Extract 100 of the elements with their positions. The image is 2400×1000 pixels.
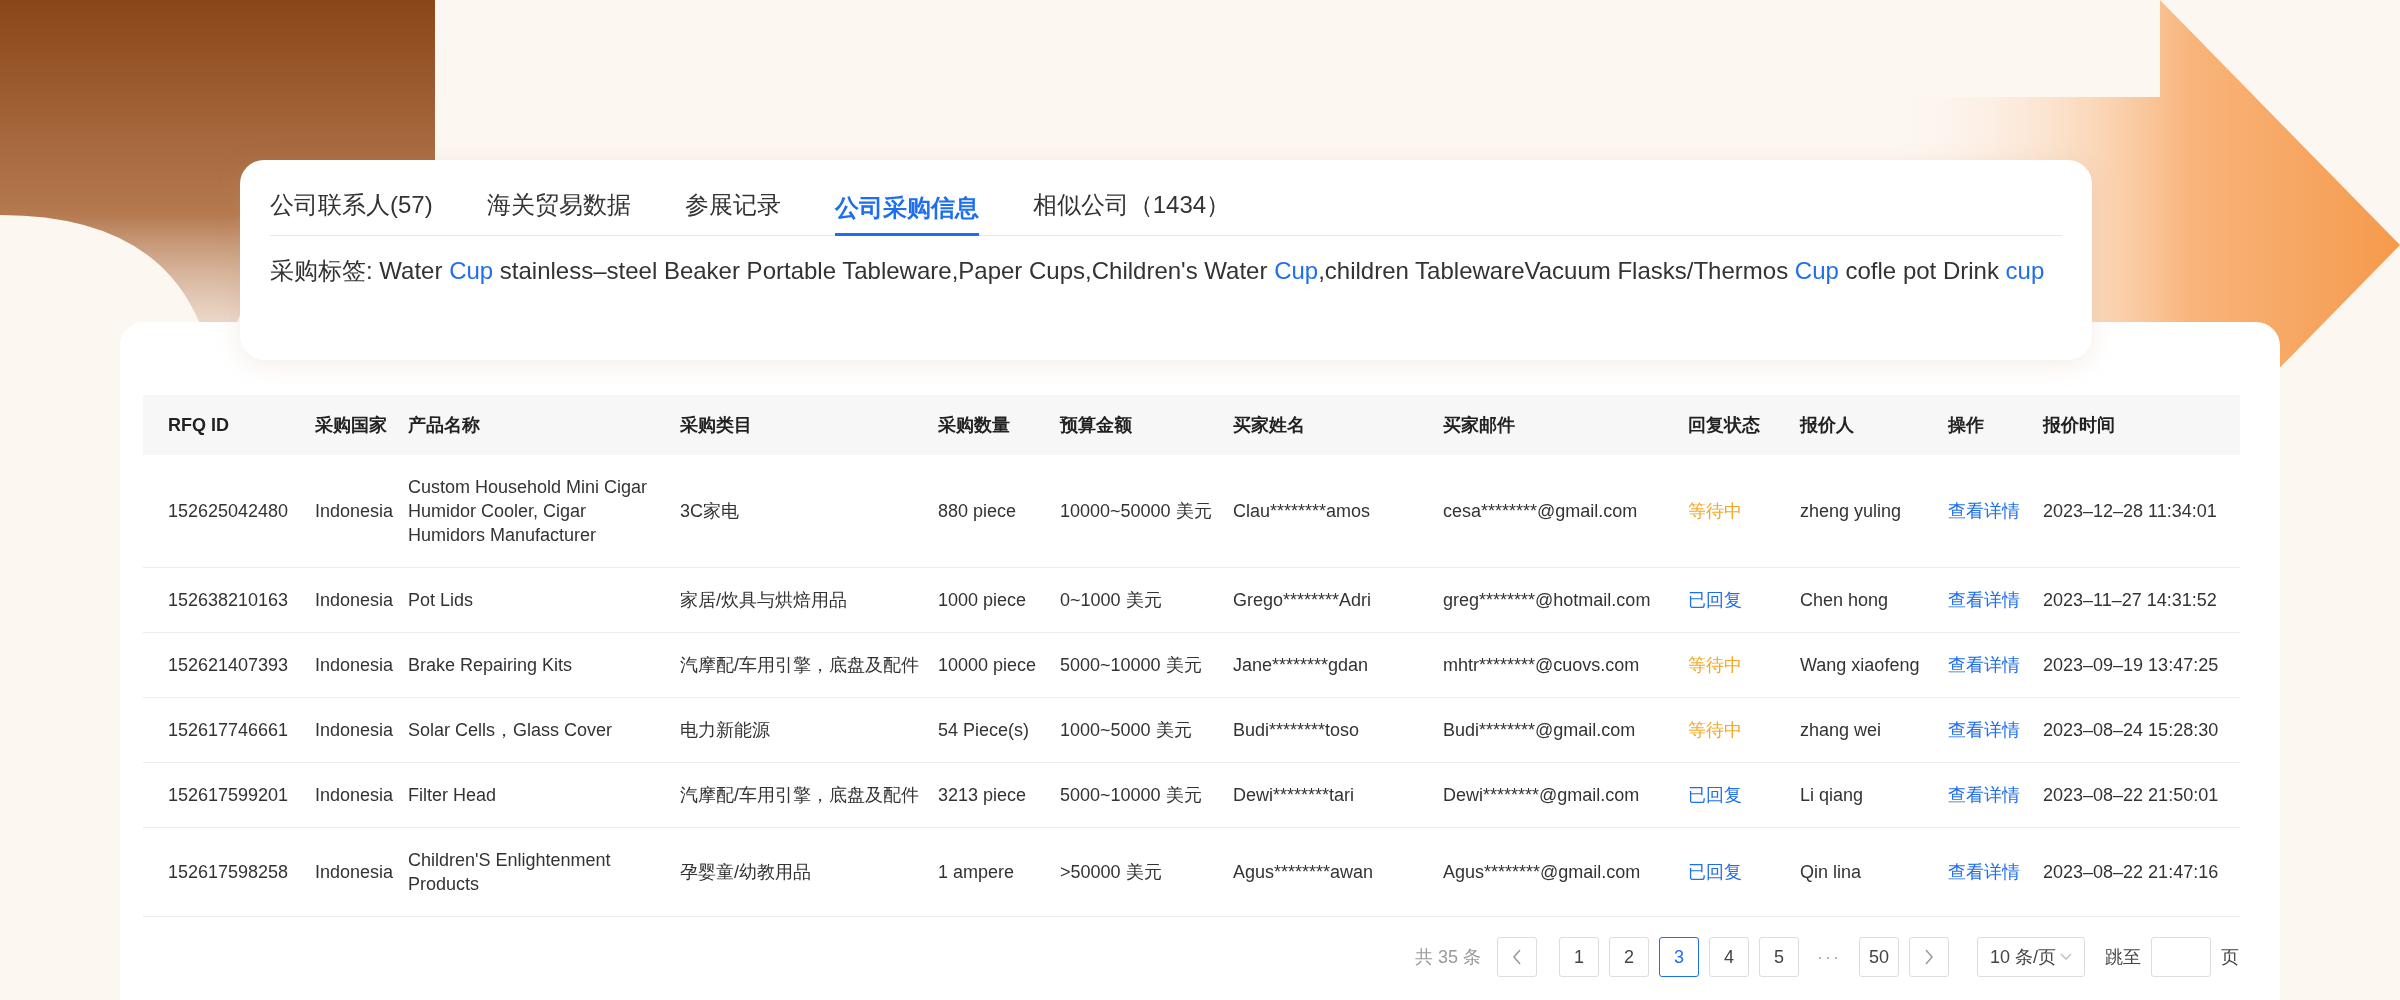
- table-cell: 1000 piece: [938, 590, 1027, 610]
- tab[interactable]: 公司联系人(57): [270, 190, 433, 236]
- column-header: 预算金额: [1060, 395, 1233, 455]
- table-cell: Indonesia: [315, 501, 394, 521]
- table-cell: 152617599201: [168, 785, 289, 805]
- table-cell: Indonesia: [315, 655, 394, 675]
- page-button[interactable]: 4: [1709, 937, 1749, 977]
- table-cell: Qin lina: [1800, 862, 1862, 882]
- column-header: 产品名称: [408, 395, 680, 455]
- table-cell: 152621407393: [168, 655, 289, 675]
- table-cell: 2023–08–22 21:47:16: [2043, 862, 2219, 882]
- table-cell: 54 Piece(s): [938, 720, 1030, 740]
- tab[interactable]: 相似公司（1434）: [1032, 190, 1231, 236]
- table-cell: 152617598258: [168, 862, 289, 882]
- table-cell: 0~1000 美元: [1060, 590, 1162, 610]
- table-cell: 2023–11–27 14:31:52: [2043, 590, 2217, 610]
- column-header: 操作: [1948, 395, 2043, 455]
- column-header: 买家姓名: [1233, 395, 1443, 455]
- table-cell: 5000~10000 美元: [1060, 655, 1202, 675]
- status-text: 等待中: [1688, 720, 1742, 740]
- table-cell: Brake Repairing Kits: [408, 655, 573, 675]
- view-details-link[interactable]: 查看详情: [1948, 501, 2020, 521]
- status-text: 已回复: [1688, 785, 1742, 805]
- next-page-button[interactable]: [1909, 937, 1949, 977]
- ellipsis-text: ···: [1816, 945, 1842, 969]
- table-cell: Filter Head: [408, 785, 497, 805]
- table-cell: cesa********@gmail.com: [1443, 501, 1638, 521]
- table-cell: 2023–12–28 11:34:01: [2043, 501, 2217, 521]
- previous-page-icon: [1512, 949, 1522, 965]
- status-text: 等待中: [1688, 655, 1742, 675]
- previous-page-button[interactable]: [1497, 937, 1537, 977]
- table-cell: 1 ampere: [938, 862, 1015, 882]
- table-cell: 880 piece: [938, 501, 1017, 521]
- table-cell: 5000~10000 美元: [1060, 785, 1202, 805]
- table-cell: Budi********toso: [1233, 720, 1360, 740]
- jump-label: 跳至: [2105, 945, 2141, 969]
- table-cell: 汽摩配/车用引擎，底盘及配件: [680, 655, 919, 675]
- table-cell: Chen hong: [1800, 590, 1889, 610]
- page-suffix-label: 页: [2221, 945, 2239, 969]
- status-text: 已回复: [1688, 590, 1742, 610]
- page-button[interactable]: 1: [1559, 937, 1599, 977]
- view-details-link[interactable]: 查看详情: [1948, 655, 2020, 675]
- table-cell: 152617746661: [168, 720, 289, 740]
- table-cell: 10000~50000 美元: [1060, 501, 1212, 521]
- view-details-link[interactable]: 查看详情: [1948, 785, 2020, 805]
- view-details-link[interactable]: 查看详情: [1948, 720, 2020, 740]
- table-cell: 3C家电: [680, 501, 739, 521]
- tab[interactable]: 参展记录: [684, 190, 781, 236]
- table-cell: 2023–08–22 21:50:01: [2043, 785, 2219, 805]
- table-cell: Agus********awan: [1233, 862, 1374, 882]
- column-header: 采购国家: [315, 395, 408, 455]
- table-cell: zhang wei: [1800, 720, 1882, 740]
- table-cell: 2023–09–19 13:47:25: [2043, 655, 2219, 675]
- table-cell: Indonesia: [315, 785, 394, 805]
- table-cell: 电力新能源: [680, 720, 770, 740]
- table-cell: Custom Household Mini Cigar Humidor Cooler, Cigar Humidors Manufacturer: [408, 477, 648, 545]
- page-button[interactable]: 3: [1659, 937, 1699, 977]
- column-header: 采购数量: [938, 395, 1060, 455]
- tab[interactable]: 公司采购信息: [834, 193, 979, 236]
- tab[interactable]: 海关贸易数据: [486, 190, 631, 236]
- table-cell: 152625042480: [168, 501, 289, 521]
- table-cell: 家居/炊具与烘焙用品: [680, 590, 847, 610]
- table-cell: 汽摩配/车用引擎，底盘及配件: [680, 785, 919, 805]
- table-cell: 2023–08–24 15:28:30: [2043, 720, 2219, 740]
- view-details-link[interactable]: 查看详情: [1948, 862, 2020, 882]
- table-cell: mhtr********@cuovs.com: [1443, 655, 1640, 675]
- table-cell: Indonesia: [315, 590, 394, 610]
- column-header: 回复状态: [1688, 395, 1800, 455]
- table-cell: Grego********Adri: [1233, 590, 1372, 610]
- column-header: 报价时间: [2043, 395, 2240, 455]
- column-header: RFQ ID: [143, 395, 315, 455]
- page-input[interactable]: [2151, 937, 2211, 977]
- table-cell: Li qiang: [1800, 785, 1864, 805]
- view-details-link[interactable]: 查看详情: [1948, 590, 2020, 610]
- total-count: 共 35 条: [1414, 945, 1481, 969]
- page-button[interactable]: 2: [1609, 937, 1649, 977]
- table-cell: 1000~5000 美元: [1060, 720, 1192, 740]
- table-cell: 152638210163: [168, 590, 289, 610]
- table-cell: Dewi********tari: [1233, 785, 1355, 805]
- table-cell: Dewi********@gmail.com: [1443, 785, 1640, 805]
- table-cell: Jane********gdan: [1233, 655, 1369, 675]
- table-cell: Children'S Enlightenment Products: [408, 850, 611, 894]
- next-page-icon: [1924, 949, 1934, 965]
- table-cell: zheng yuling: [1800, 501, 1902, 521]
- page-button[interactable]: 50: [1859, 937, 1899, 977]
- table-cell: 孕婴童/幼教用品: [680, 862, 811, 882]
- page-size-select[interactable]: 10 条/页: [1977, 937, 2085, 977]
- table-cell: 3213 piece: [938, 785, 1027, 805]
- table-cell: 10000 piece: [938, 655, 1037, 675]
- table-cell: Budi********@gmail.com: [1443, 720, 1636, 740]
- column-header: 报价人: [1800, 395, 1948, 455]
- caret-icon: [2060, 953, 2072, 961]
- table-cell: Indonesia: [315, 720, 394, 740]
- table-cell: Agus********@gmail.com: [1443, 862, 1641, 882]
- page-button[interactable]: 5: [1759, 937, 1799, 977]
- table-cell: greg********@hotmail.com: [1443, 590, 1651, 610]
- status-text: 等待中: [1688, 501, 1742, 521]
- table-cell: Wang xiaofeng: [1800, 655, 1920, 675]
- status-text: 已回复: [1688, 862, 1742, 882]
- table-cell: Solar Cells，Glass Cover: [408, 720, 613, 740]
